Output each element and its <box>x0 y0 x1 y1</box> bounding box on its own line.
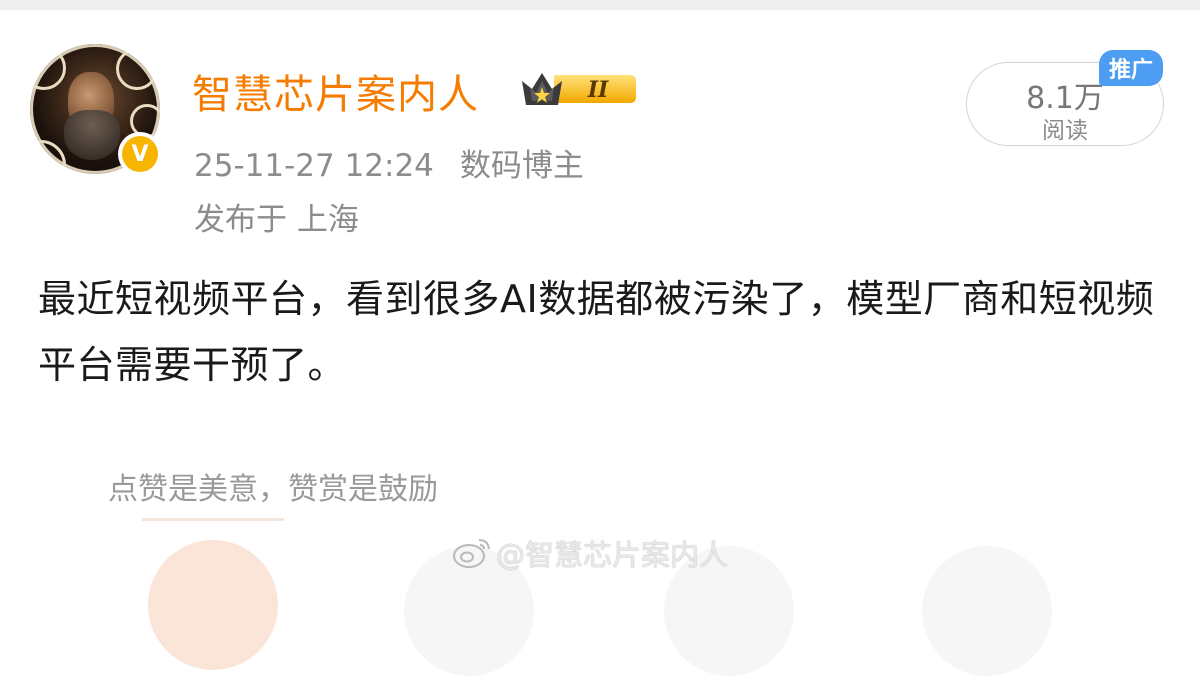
reward-action-button[interactable] <box>148 540 278 670</box>
avatar[interactable]: V <box>30 44 162 176</box>
watermark-text: @智慧芯片案内人 <box>496 538 729 572</box>
weibo-logo-icon <box>453 539 490 568</box>
promo-tag[interactable]: 推广 <box>1099 50 1163 86</box>
author-name[interactable]: 智慧芯片案内人 <box>192 62 479 120</box>
post-timestamp: 25-11-27 12:24 <box>194 148 434 184</box>
post-meta: 25-11-27 12:24 数码博主 <box>194 140 584 185</box>
verified-badge-icon: V <box>118 132 162 176</box>
post-text: 最近短视频平台，看到很多AI数据都被污染了，模型厂商和短视频平台需要干预了。 <box>38 277 1155 387</box>
reward-divider <box>142 518 284 521</box>
top-divider-bar <box>0 0 1200 10</box>
rank-crown-badge-icon: II <box>522 73 636 105</box>
svg-text:II: II <box>587 77 609 103</box>
post-location: 发布于 上海 <box>194 202 359 238</box>
reward-prompt: 点赞是美意，赞赏是鼓励 <box>108 472 438 507</box>
read-count-label: 阅读 <box>1042 118 1088 144</box>
weibo-watermark: @智慧芯片案内人 <box>452 533 728 573</box>
action-button[interactable] <box>922 546 1052 676</box>
author-category: 数码博主 <box>459 148 584 184</box>
